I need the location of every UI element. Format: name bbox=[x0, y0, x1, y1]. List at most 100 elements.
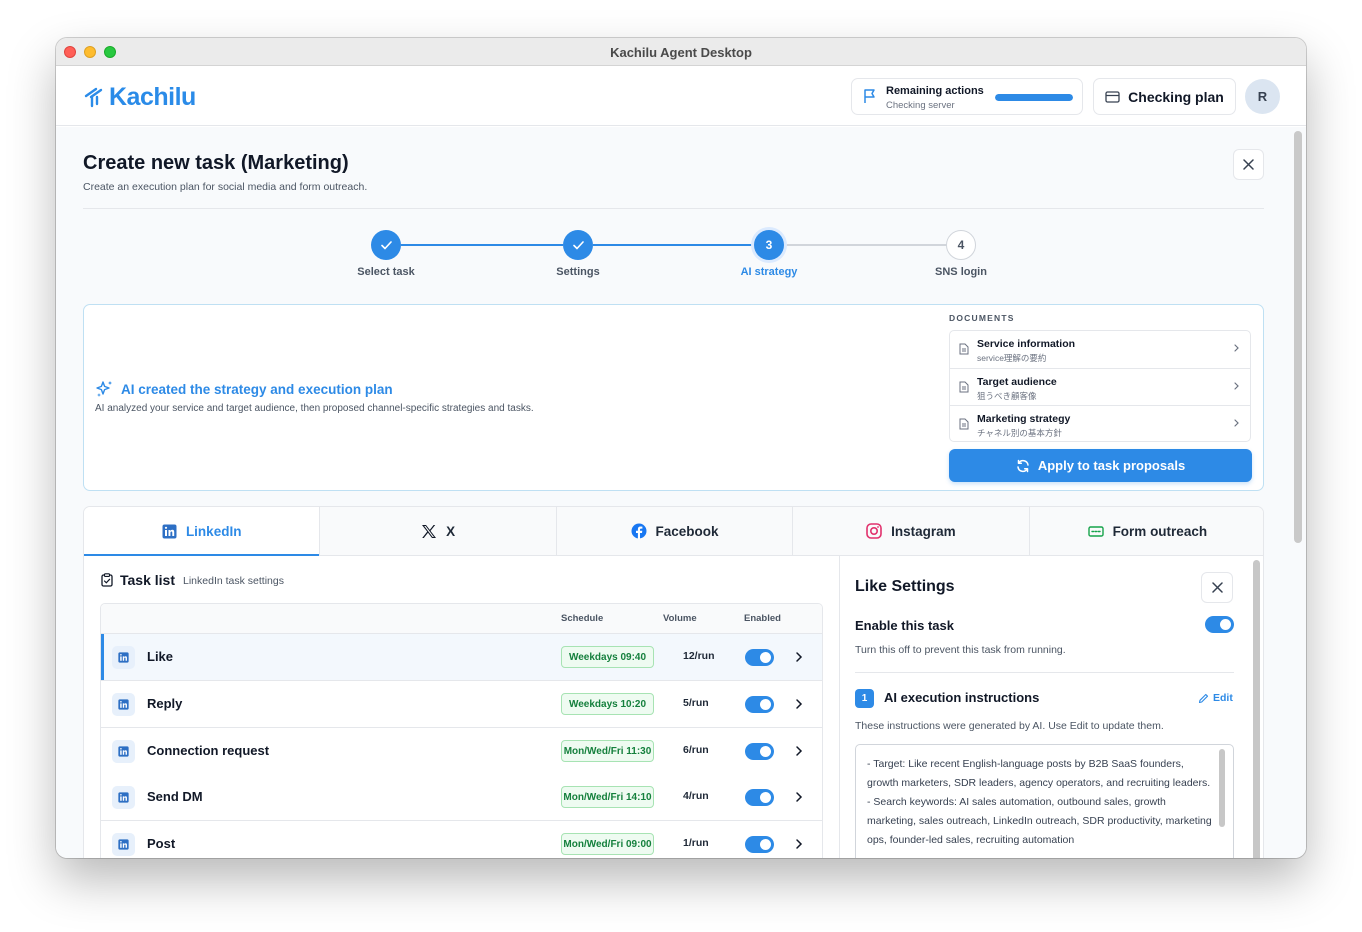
ai-strategy-title: AI created the strategy and execution pl… bbox=[95, 379, 393, 399]
channel-tabs-card: LinkedIn X Facebook Instagram Form outre… bbox=[83, 506, 1264, 858]
tab-linkedin[interactable]: LinkedIn bbox=[84, 507, 321, 556]
remaining-actions-widget[interactable]: Remaining actions Checking server bbox=[851, 78, 1083, 115]
settings-title: Like Settings bbox=[855, 578, 955, 595]
enabled-toggle[interactable] bbox=[745, 649, 774, 666]
tab-x[interactable]: X bbox=[320, 507, 557, 555]
main-scrollbar[interactable] bbox=[1294, 131, 1302, 543]
task-name: Post bbox=[147, 836, 176, 851]
chevron-right-icon bbox=[1234, 344, 1239, 352]
edit-label: Edit bbox=[1213, 692, 1233, 704]
apply-to-task-proposals-button[interactable]: Apply to task proposals bbox=[949, 449, 1252, 482]
schedule-badge: Weekdays 09:40 bbox=[561, 646, 654, 668]
enabled-toggle[interactable] bbox=[745, 743, 774, 760]
document-icon bbox=[959, 381, 969, 392]
ai-strategy-description: AI analyzed your service and target audi… bbox=[95, 403, 534, 414]
divider bbox=[855, 672, 1234, 673]
card-icon bbox=[1105, 90, 1120, 103]
table-row[interactable]: Connection request Mon/Wed/Fri 11:30 6/r… bbox=[101, 728, 822, 775]
volume-value: 12/run bbox=[683, 650, 715, 662]
tab-instagram[interactable]: Instagram bbox=[793, 507, 1030, 555]
task-name: Reply bbox=[147, 696, 183, 711]
instructions-description: These instructions were generated by AI.… bbox=[855, 720, 1164, 732]
linkedin-icon bbox=[112, 740, 135, 763]
checking-plan-button[interactable]: Checking plan bbox=[1093, 78, 1236, 115]
step-2-label: Settings bbox=[556, 266, 600, 278]
avatar[interactable]: R bbox=[1245, 79, 1280, 114]
chevron-right-icon[interactable] bbox=[795, 838, 803, 850]
remaining-actions-status: Checking server bbox=[886, 100, 955, 111]
close-dialog-button[interactable] bbox=[1233, 149, 1264, 180]
logo-text: Kachilu bbox=[109, 82, 196, 111]
enable-task-label: Enable this task bbox=[855, 618, 954, 633]
tab-form-outreach[interactable]: Form outreach bbox=[1029, 507, 1263, 555]
schedule-badge: Mon/Wed/Fri 09:00 bbox=[561, 833, 654, 855]
sparkles-icon bbox=[96, 381, 112, 397]
close-icon bbox=[1211, 582, 1223, 593]
enabled-toggle[interactable] bbox=[745, 696, 774, 713]
documents-list: Service information service理解の要約 Target … bbox=[949, 330, 1251, 442]
enabled-toggle[interactable] bbox=[745, 836, 774, 853]
form-icon bbox=[1087, 525, 1104, 537]
step-4-circle: 4 bbox=[946, 230, 976, 260]
logo[interactable]: Kachilu bbox=[83, 82, 196, 112]
task-list-subtitle: LinkedIn task settings bbox=[183, 575, 284, 587]
step-4-label: SNS login bbox=[935, 266, 987, 278]
document-target-audience[interactable]: Target audience 狙うべき顧客像 bbox=[950, 369, 1250, 406]
table-row[interactable]: Like Weekdays 09:40 12/run bbox=[101, 634, 822, 681]
volume-value: 6/run bbox=[683, 744, 709, 756]
schedule-badge: Mon/Wed/Fri 11:30 bbox=[561, 740, 654, 762]
title-bar: Kachilu Agent Desktop bbox=[56, 38, 1306, 66]
linkedin-icon bbox=[112, 786, 135, 809]
document-subtitle: service理解の要約 bbox=[977, 353, 1047, 363]
edit-instructions-button[interactable]: Edit bbox=[1198, 692, 1233, 704]
volume-value: 4/run bbox=[683, 790, 709, 802]
tab-facebook[interactable]: Facebook bbox=[556, 507, 794, 555]
document-subtitle: 狙うべき顧客像 bbox=[977, 390, 1037, 401]
main-content: Create new task (Marketing) Create an ex… bbox=[56, 127, 1306, 858]
close-icon bbox=[1243, 159, 1254, 170]
chevron-right-icon[interactable] bbox=[795, 698, 803, 710]
task-name: Send DM bbox=[147, 789, 203, 804]
enable-task-toggle[interactable] bbox=[1205, 616, 1234, 633]
task-list-header: Task list LinkedIn task settings bbox=[101, 572, 284, 588]
close-settings-button[interactable] bbox=[1201, 572, 1233, 603]
tab-label: Facebook bbox=[655, 523, 719, 539]
document-icon bbox=[959, 343, 969, 355]
enabled-toggle[interactable] bbox=[745, 789, 774, 806]
logo-icon bbox=[84, 87, 103, 108]
tab-label: Form outreach bbox=[1112, 523, 1208, 539]
table-header: Schedule Volume Enabled bbox=[101, 604, 822, 634]
instructions-textarea[interactable]: - Target: Like recent English-language p… bbox=[855, 744, 1234, 858]
instructions-number-badge: 1 bbox=[855, 689, 874, 708]
instructions-text: - Target: Like recent English-language p… bbox=[867, 758, 1212, 846]
document-marketing-strategy[interactable]: Marketing strategy チャネル別の基本方針 bbox=[950, 406, 1250, 444]
table-row[interactable]: Reply Weekdays 10:20 5/run bbox=[101, 681, 822, 728]
app-window: Kachilu Agent Desktop Kachilu Remaining … bbox=[56, 38, 1306, 858]
task-list-title: Task list bbox=[120, 572, 175, 588]
step-1-label: Select task bbox=[357, 266, 415, 278]
table-row[interactable]: Post Mon/Wed/Fri 09:00 1/run bbox=[101, 821, 822, 858]
chevron-right-icon bbox=[1234, 381, 1239, 390]
check-icon bbox=[572, 240, 584, 249]
x-icon bbox=[422, 524, 437, 538]
chevron-right-icon bbox=[1234, 419, 1239, 427]
remaining-actions-progress-fill bbox=[995, 94, 1073, 101]
task-table: Schedule Volume Enabled Like Weekdays 09… bbox=[100, 603, 823, 858]
documents-label: DOCUMENTS bbox=[949, 313, 1015, 323]
document-icon bbox=[959, 418, 969, 430]
chevron-right-icon[interactable] bbox=[795, 745, 803, 757]
document-service-information[interactable]: Service information service理解の要約 bbox=[950, 331, 1250, 369]
volume-value: 1/run bbox=[683, 837, 709, 849]
chevron-right-icon[interactable] bbox=[795, 791, 803, 803]
step-1-circle bbox=[371, 230, 401, 260]
settings-scrollbar[interactable] bbox=[1253, 560, 1260, 858]
schedule-badge: Weekdays 10:20 bbox=[561, 693, 654, 715]
task-name: Like bbox=[147, 649, 174, 664]
chevron-right-icon[interactable] bbox=[795, 651, 803, 663]
remaining-actions-progress bbox=[995, 94, 1073, 101]
linkedin-icon bbox=[162, 524, 177, 538]
instructions-scrollbar[interactable] bbox=[1219, 749, 1225, 827]
step-2-circle bbox=[563, 230, 593, 260]
step-connector bbox=[401, 244, 563, 246]
table-row[interactable]: Send DM Mon/Wed/Fri 14:10 4/run bbox=[101, 774, 822, 821]
